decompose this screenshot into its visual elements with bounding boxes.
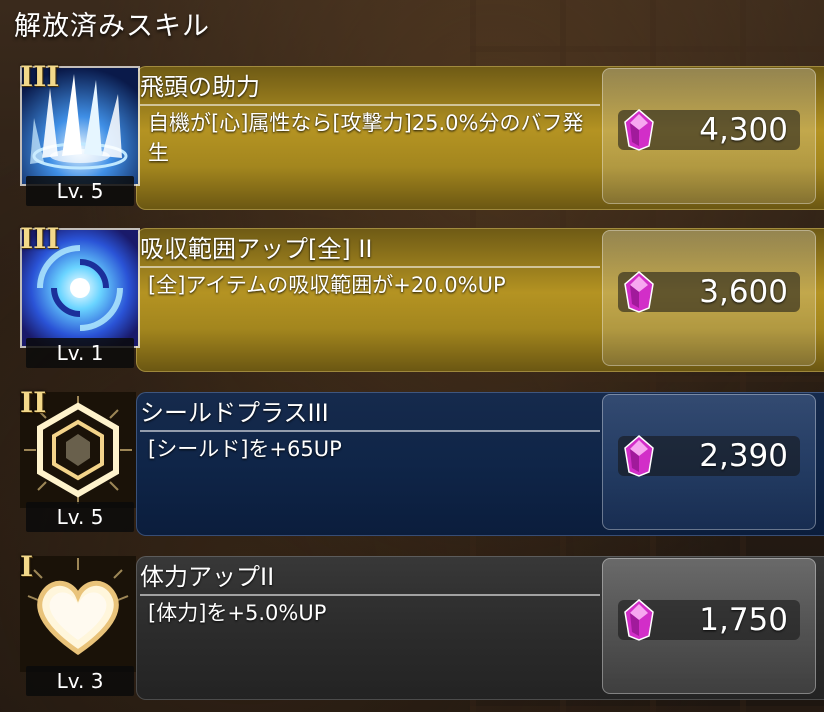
level-badge: Lv. 1 xyxy=(26,338,134,368)
divider xyxy=(140,266,600,268)
rank-numeral: II xyxy=(20,386,47,419)
level-badge: Lv. 5 xyxy=(26,502,134,532)
skill-description: [シールド]を+65UP xyxy=(148,437,342,461)
level-badge: Lv. 5 xyxy=(26,176,134,206)
purple-gem-icon xyxy=(622,270,656,314)
section-title: 解放済みスキル xyxy=(14,11,210,42)
skill-description: 自機が[心]属性なら[攻撃力]25.0%分のバフ発生 xyxy=(148,111,584,165)
cost-value: 3,600 xyxy=(699,274,788,310)
purple-gem-icon xyxy=(622,434,656,478)
skill-name: 吸収範囲アップ[全] II xyxy=(140,235,373,263)
cost-value: 2,390 xyxy=(699,438,788,474)
rank-numeral: III xyxy=(20,222,60,255)
divider xyxy=(140,104,600,106)
level-badge: Lv. 3 xyxy=(26,666,134,696)
skill-row[interactable]: Lv. 5 III 飛頭の助力 自機が[心]属性なら[攻撃力]25.0%分のバフ… xyxy=(18,60,824,210)
rank-numeral: I xyxy=(20,550,34,583)
skill-description: [体力]を+5.0%UP xyxy=(148,601,327,625)
divider xyxy=(140,430,600,432)
cost-value: 1,750 xyxy=(699,602,788,638)
skill-name: 体力アップII xyxy=(140,563,275,591)
cost-value: 4,300 xyxy=(699,112,788,148)
skill-description: [全]アイテムの吸収範囲が+20.0%UP xyxy=(148,273,506,297)
purple-gem-icon xyxy=(622,598,656,642)
purple-gem-icon xyxy=(622,108,656,152)
skill-row[interactable]: Lv. 3 I 体力アップII [体力]を+5.0%UP 1,750 xyxy=(18,550,824,700)
rank-numeral: III xyxy=(20,60,60,93)
divider xyxy=(140,594,600,596)
skill-name: 飛頭の助力 xyxy=(140,73,260,101)
skill-name: シールドプラスIII xyxy=(140,399,329,427)
skill-row[interactable]: Lv. 1 III 吸収範囲アップ[全] II [全]アイテムの吸収範囲が+20… xyxy=(18,222,824,372)
skill-row[interactable]: Lv. 5 II シールドプラスIII [シールド]を+65UP 2,390 xyxy=(18,386,824,536)
heart-icon xyxy=(20,556,136,672)
